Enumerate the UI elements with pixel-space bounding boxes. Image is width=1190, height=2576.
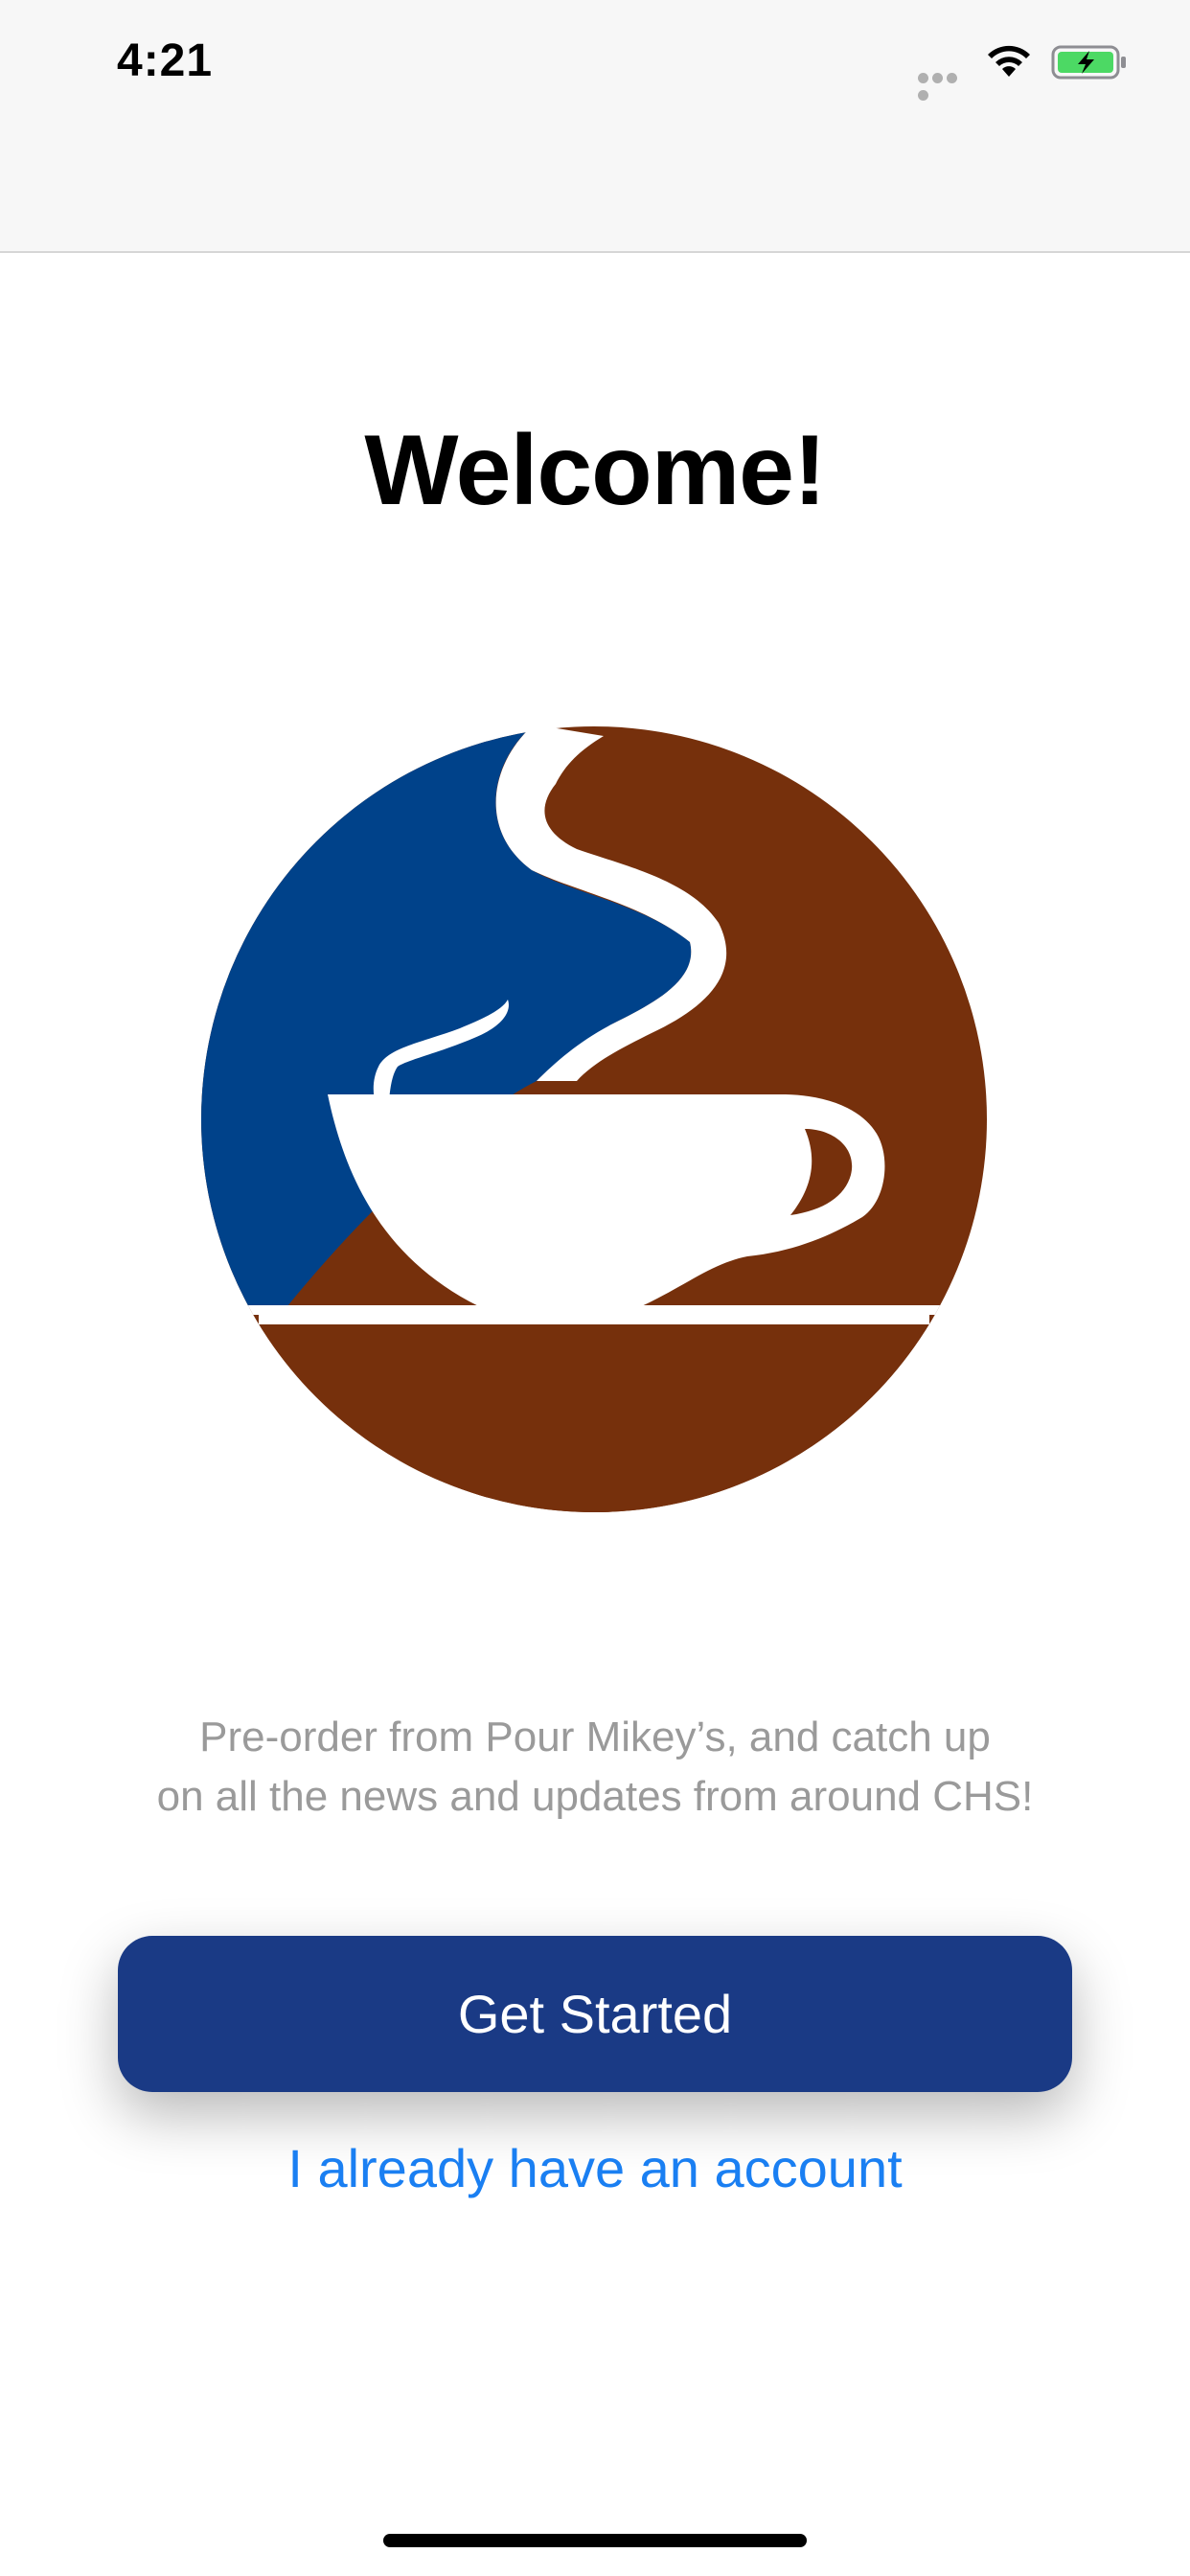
battery-charging-icon (1051, 45, 1126, 80)
page-title: Welcome! (364, 415, 826, 526)
tagline: Pre-order from Pour Mikey’s, and catch u… (57, 1708, 1133, 1827)
get-started-button[interactable]: Get Started (118, 1936, 1072, 2092)
signal-dots-icon (918, 71, 973, 101)
tagline-line-1: Pre-order from Pour Mikey’s, and catch u… (199, 1714, 991, 1760)
tagline-line-2: on all the news and updates from around … (156, 1773, 1034, 1820)
coffee-cup-logo-icon (201, 726, 987, 1512)
status-bar: 4:21 (0, 0, 1190, 253)
wifi-icon (988, 45, 1030, 77)
already-have-account-link[interactable]: I already have an account (0, 2137, 1190, 2199)
home-indicator[interactable] (383, 2534, 807, 2547)
status-time: 4:21 (117, 35, 214, 86)
